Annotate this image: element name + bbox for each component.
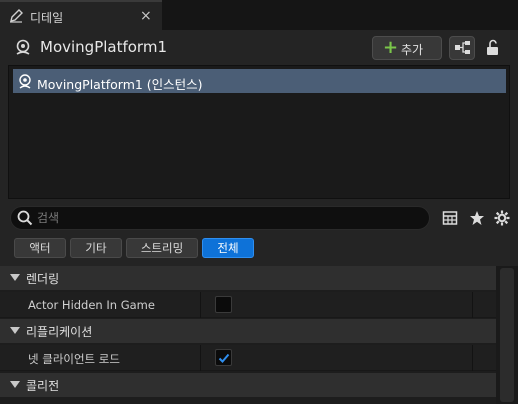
expand-arrow-icon <box>10 381 20 388</box>
blueprint-button[interactable] <box>449 36 475 60</box>
column-divider[interactable] <box>200 345 201 371</box>
scrollbar-thumb[interactable] <box>500 268 514 402</box>
section-label: 리플리케이션 <box>26 325 93 339</box>
actor-hidden-in-game-checkbox[interactable] <box>215 296 232 313</box>
property-row: 넷 클라이언트 로드 <box>0 345 496 371</box>
property-label: Actor Hidden In Game <box>28 298 155 312</box>
section-label: 렌더링 <box>26 272 60 286</box>
component-tree: MovingPlatform1 (인스턴스) <box>8 65 510 199</box>
filter-streaming[interactable]: 스트리밍 <box>126 238 198 258</box>
section-label: 콜리전 <box>26 379 60 393</box>
column-divider <box>472 292 473 318</box>
search-input[interactable] <box>37 209 417 227</box>
tree-item[interactable]: MovingPlatform1 (인스턴스) <box>13 69 506 93</box>
section-rendering[interactable]: 렌더링 <box>0 266 496 290</box>
close-icon[interactable]: × <box>140 8 152 24</box>
property-row: Actor Hidden In Game <box>0 292 496 318</box>
tab-strip: 디테일 × <box>0 0 518 30</box>
section-replication[interactable]: 리플리케이션 <box>0 319 496 343</box>
add-component-button[interactable]: + 추가 <box>372 36 442 60</box>
tab-details[interactable]: 디테일 × <box>0 0 162 30</box>
star-icon[interactable] <box>469 210 485 226</box>
pencil-icon <box>8 8 24 24</box>
gear-icon[interactable] <box>494 210 510 226</box>
add-button-label: 추가 <box>401 43 424 57</box>
plus-icon: + <box>383 37 399 58</box>
net-load-on-client-checkbox[interactable] <box>215 349 232 366</box>
filter-actor[interactable]: 액터 <box>14 238 66 258</box>
actor-icon <box>14 38 32 56</box>
search-box[interactable] <box>10 206 430 230</box>
column-divider[interactable] <box>200 292 201 318</box>
filter-all[interactable]: 전체 <box>202 238 254 258</box>
property-list: 렌더링 Actor Hidden In Game 리플리케이션 넷 클라이언트 … <box>0 266 496 404</box>
expand-arrow-icon <box>10 274 20 281</box>
blueprint-hierarchy-icon <box>454 40 472 59</box>
tab-label: 디테일 <box>30 11 64 25</box>
vertical-scrollbar[interactable] <box>496 266 518 404</box>
expand-arrow-icon <box>10 327 20 334</box>
page-title: MovingPlatform1 <box>40 38 167 56</box>
checkmark-icon <box>218 352 230 364</box>
column-divider <box>472 345 473 371</box>
search-icon <box>17 210 33 226</box>
actor-icon <box>17 73 33 89</box>
table-view-icon[interactable] <box>442 210 458 226</box>
tree-item-label: MovingPlatform1 (인스턴스) <box>37 77 203 92</box>
filter-misc[interactable]: 기타 <box>70 238 122 258</box>
property-label: 넷 클라이언트 로드 <box>28 352 120 366</box>
section-collision[interactable]: 콜리전 <box>0 373 496 397</box>
lock-icon[interactable] <box>484 38 502 58</box>
